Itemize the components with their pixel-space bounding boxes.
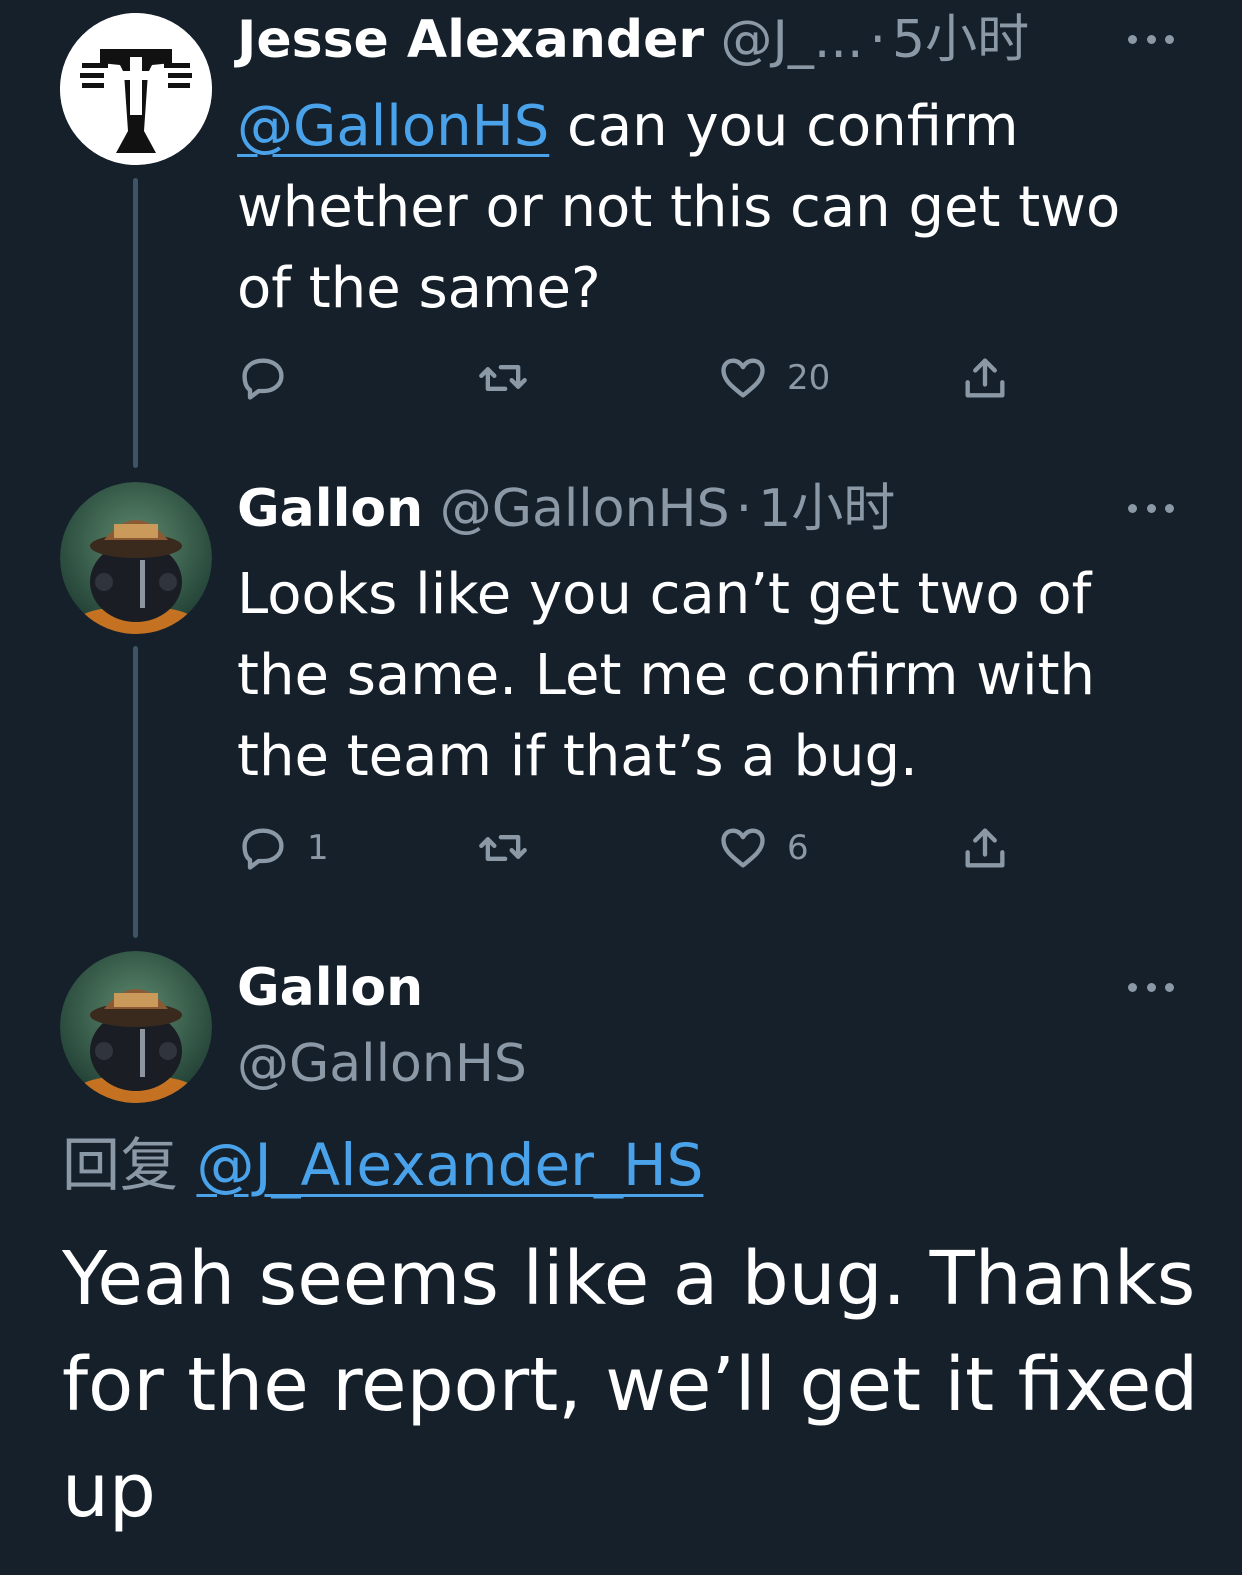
tweet-text: @GallonHS can you confirm whether or not… (237, 86, 1137, 329)
separator-dot: · (869, 10, 887, 70)
share-icon (965, 358, 1005, 398)
main-tweet-text: Yeah seems like a bug. Thanks for the re… (62, 1236, 1199, 1534)
like-icon (721, 828, 765, 868)
thread-connector (133, 178, 138, 468)
tweet-time[interactable]: 1小时 (758, 479, 895, 539)
like-button[interactable]: 6 (717, 818, 809, 878)
tweet-time[interactable]: 5小时 (892, 10, 1029, 70)
mention-link[interactable]: @GallonHS (237, 94, 549, 159)
reply-icon (242, 358, 284, 400)
cauldron-avatar-icon (60, 951, 212, 1103)
reply-button[interactable]: 1 (237, 818, 329, 878)
replying-to-label: 回复 (62, 1131, 179, 1199)
share-icon (965, 828, 1005, 868)
more-icon[interactable] (1128, 979, 1174, 995)
action-bar: 1 6 (237, 818, 1037, 878)
replying-to: 回复 @J_Alexander_HS (62, 1130, 703, 1200)
avatar-gallon[interactable] (60, 482, 212, 634)
avatar-gallon-main[interactable] (60, 951, 212, 1103)
share-button[interactable] (959, 818, 1011, 878)
retweet-icon (479, 835, 527, 861)
author-name[interactable]: Gallon (237, 956, 423, 1020)
author-handle[interactable]: @GallonHS (237, 1032, 527, 1096)
share-button[interactable] (959, 348, 1011, 408)
separator-dot: · (735, 479, 753, 539)
like-button[interactable]: 20 (717, 348, 830, 408)
author-name[interactable]: Jesse Alexander (237, 10, 704, 70)
retweet-button[interactable] (477, 818, 529, 878)
reply-count: 1 (307, 828, 329, 868)
tweet-header: Jesse Alexander @J_... · 5小时 (237, 8, 1029, 72)
like-count: 20 (787, 358, 831, 398)
more-icon[interactable] (1128, 31, 1174, 47)
action-bar: 20 (237, 348, 1037, 408)
cauldron-avatar-icon (60, 482, 212, 634)
like-count: 6 (787, 828, 809, 868)
retweet-button[interactable] (477, 348, 529, 408)
reply-icon (242, 828, 284, 870)
tweet-text: Looks like you can’t get two of the same… (237, 562, 1096, 789)
thread-connector (133, 646, 138, 938)
author-handle[interactable]: @GallonHS (440, 479, 730, 539)
like-icon (721, 358, 765, 398)
avatar-jesse[interactable] (60, 13, 212, 165)
author-name[interactable]: Gallon (237, 479, 423, 539)
jesse-logo-icon (60, 13, 212, 165)
more-icon[interactable] (1128, 500, 1174, 516)
author-handle[interactable]: @J_... (721, 8, 864, 72)
reply-button[interactable] (237, 348, 307, 408)
replying-to-link[interactable]: @J_Alexander_HS (196, 1131, 703, 1199)
tweet-header: Gallon @GallonHS · 1小时 (237, 477, 895, 541)
retweet-icon (479, 365, 527, 391)
